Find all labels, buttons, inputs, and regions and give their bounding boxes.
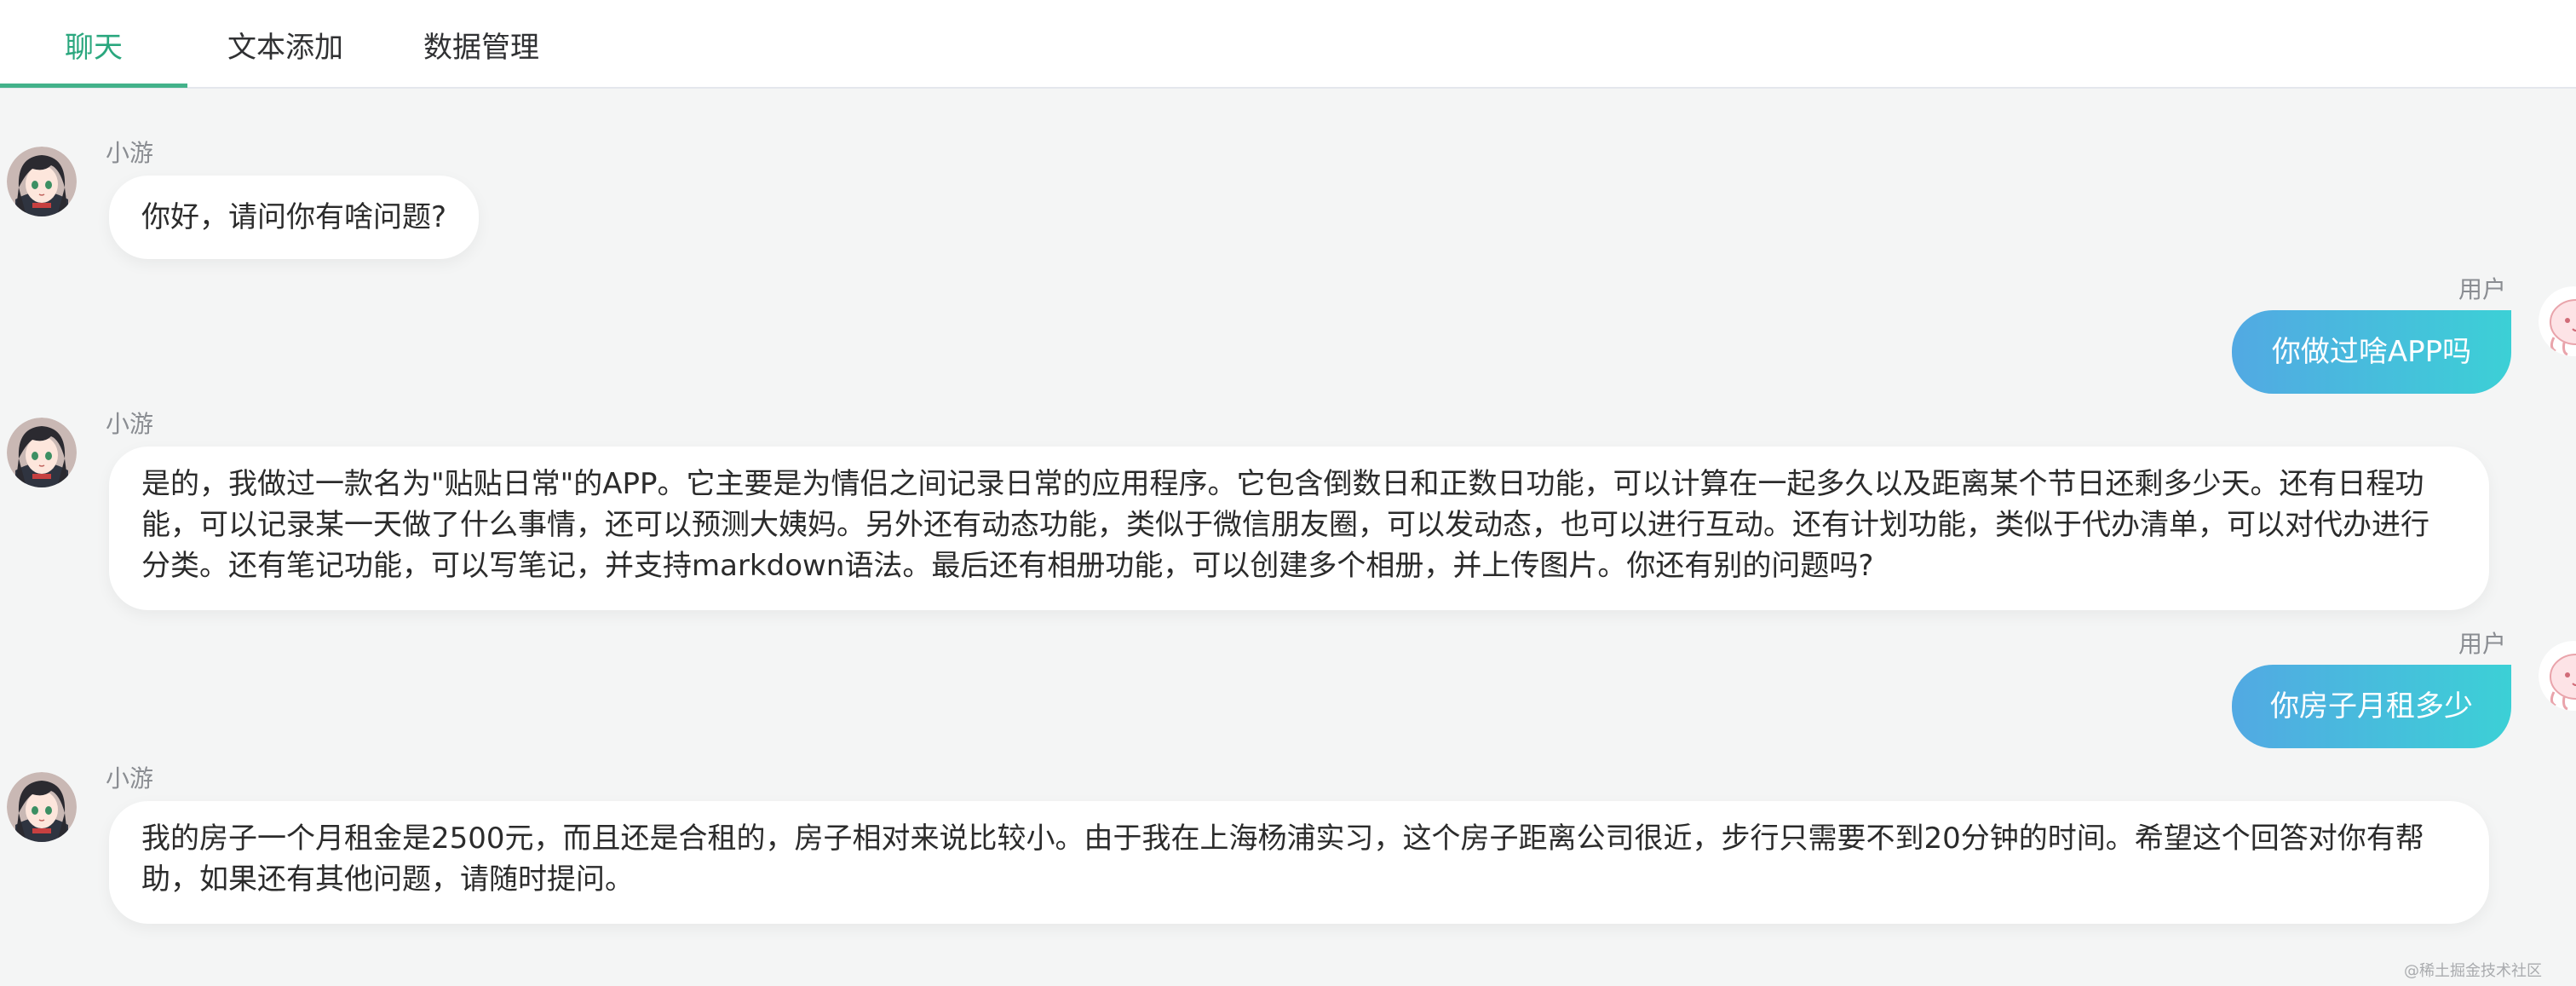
tab-chat[interactable]: 聊天 [0, 0, 187, 89]
bot-avatar-icon [7, 147, 77, 216]
chat-area[interactable]: 小游 你好，请问你有啥问题? 用户 你做过啥APP吗 小游 是的，我做过一款名为… [0, 89, 2576, 986]
sender-name: 小游 [106, 764, 154, 793]
tab-bar: 聊天 文本添加 数据管理 [0, 0, 2576, 89]
sender-name: 用户 [2458, 630, 2507, 658]
bot-avatar-icon [7, 418, 77, 487]
active-tab-indicator [0, 84, 187, 88]
tab-text-add[interactable]: 文本添加 [192, 0, 379, 89]
message-bubble: 是的，我做过一款名为"贴贴日常"的APP。它主要是为情侣之间记录日常的应用程序。… [109, 447, 2489, 610]
sender-name: 小游 [106, 139, 154, 167]
message-bubble: 你房子月租多少 [2232, 665, 2511, 748]
message-bubble: 我的房子一个月租金是2500元，而且还是合租的，房子相对来说比较小。由于我在上海… [109, 801, 2489, 924]
tab-data-management[interactable]: 数据管理 [388, 0, 575, 89]
sender-name: 小游 [106, 410, 154, 438]
sender-name: 用户 [2458, 275, 2507, 303]
bot-avatar-icon [7, 772, 77, 842]
watermark: @稀土掘金技术社区 [2404, 962, 2542, 980]
user-avatar-icon [2539, 641, 2576, 711]
message-bubble: 你做过啥APP吗 [2232, 310, 2511, 394]
user-avatar-icon [2539, 286, 2576, 356]
message-bubble: 你好，请问你有啥问题? [109, 176, 480, 259]
